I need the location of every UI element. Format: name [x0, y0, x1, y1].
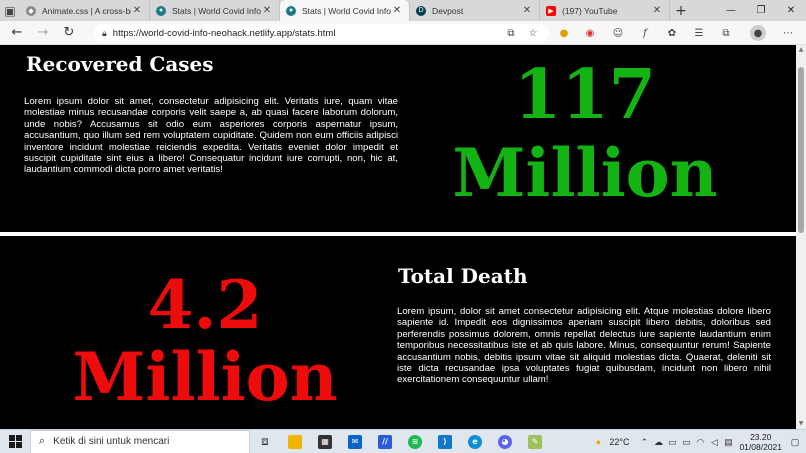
devpost-icon: D	[416, 5, 426, 16]
store-icon[interactable]: ▦	[310, 430, 340, 453]
section-divider	[0, 232, 796, 236]
time-text: 23.20	[750, 432, 772, 442]
system-tray: ● 22°C ⌃ ☁ ▭ ▭ ◠ ◁ ▤ 23.20 01/08/2021 ▢	[591, 430, 806, 453]
death-unit: Million	[72, 338, 338, 416]
tab-3[interactable]: D Devpost ✕	[410, 0, 540, 21]
spotify-icon[interactable]: ≋	[400, 430, 430, 453]
tab-label: Animate.css | A cross-bro	[42, 5, 131, 16]
browser-tab-strip: ▣ ◆ Animate.css | A cross-bro ✕ ● Stats …	[0, 0, 806, 21]
close-icon[interactable]: ✕	[521, 5, 533, 16]
paint-icon[interactable]: ✎	[520, 430, 550, 453]
weather-icon[interactable]: ●	[591, 437, 605, 447]
death-heading: Total Death	[398, 264, 528, 288]
tab-4[interactable]: ▶ (197) YouTube ✕	[540, 0, 670, 21]
recovered-heading: Recovered Cases	[26, 52, 214, 76]
edge-icon[interactable]: e	[460, 430, 490, 453]
emoji-icon[interactable]: ☺	[610, 25, 626, 41]
battery-icon[interactable]: ▭	[679, 437, 693, 448]
minimize-button[interactable]: —	[716, 0, 746, 21]
language-icon[interactable]: ▤	[721, 437, 735, 448]
death-text: Lorem ipsum, dolor sit amet consectetur …	[397, 306, 771, 386]
web-page: Recovered Cases Lorem ipsum dolor sit am…	[0, 45, 796, 429]
file-explorer-icon[interactable]	[280, 430, 310, 453]
wifi-icon[interactable]: ◠	[693, 437, 707, 448]
tab-1[interactable]: ● Stats | World Covid Info ✕	[150, 0, 280, 21]
function-icon[interactable]: f	[637, 25, 653, 41]
notification-icon[interactable]: ▢	[788, 437, 802, 448]
address-bar[interactable]: 🔒︎ https://world-covid-info-neohack.netl…	[94, 24, 549, 42]
page-scrollbar[interactable]: ▲ ▼	[796, 45, 806, 429]
forward-button[interactable]: →	[30, 21, 56, 45]
death-number: 4.2	[147, 266, 263, 344]
site-icon: ●	[286, 5, 296, 16]
monitor-icon[interactable]: ▭	[665, 437, 679, 448]
vscode-icon[interactable]: ⟩	[430, 430, 460, 453]
tab-2[interactable]: ● Stats | World Covid Info ✕	[280, 0, 410, 21]
close-window-button[interactable]: ✕	[776, 0, 806, 21]
tab-label: Stats | World Covid Info	[302, 5, 391, 16]
search-icon: ⌕	[39, 435, 46, 447]
mail-icon[interactable]: ✉	[340, 430, 370, 453]
close-icon[interactable]: ✕	[651, 5, 663, 16]
site-icon: ●	[156, 5, 166, 16]
close-icon[interactable]: ✕	[131, 5, 143, 16]
windows-logo-icon	[8, 435, 22, 448]
task-view-icon[interactable]: ⧈	[250, 430, 280, 453]
windows-start-button[interactable]	[0, 430, 30, 453]
search-placeholder: Ketik di sini untuk mencari	[53, 436, 170, 447]
reader-icon[interactable]: ⧉	[503, 25, 519, 41]
weather-text[interactable]: 22°C	[609, 437, 629, 447]
tab-label: Devpost	[432, 5, 464, 16]
new-tab-button[interactable]: +	[670, 0, 692, 21]
maximize-button[interactable]: ❐	[746, 0, 776, 21]
more-menu-icon[interactable]: ⋯	[780, 25, 796, 41]
clock[interactable]: 23.20 01/08/2021	[739, 432, 782, 452]
scroll-up-icon[interactable]: ▲	[796, 45, 806, 55]
recovered-unit: Million	[452, 134, 718, 212]
url-text: https://world-covid-info-neohack.netlify…	[112, 27, 336, 39]
puzzle-icon[interactable]: ✿	[664, 25, 680, 41]
refresh-button[interactable]: ↻	[56, 21, 82, 45]
volume-icon[interactable]: ◁	[707, 437, 721, 448]
close-icon[interactable]: ✕	[391, 5, 403, 16]
tab-0[interactable]: ◆ Animate.css | A cross-bro ✕	[20, 0, 150, 21]
chevron-up-icon[interactable]: ⌃	[637, 437, 651, 448]
date-text: 01/08/2021	[739, 442, 782, 452]
tab-label: (197) YouTube	[562, 5, 618, 16]
screen: ▣ ◆ Animate.css | A cross-bro ✕ ● Stats …	[0, 0, 806, 453]
animate-icon: ◆	[26, 5, 36, 16]
close-icon[interactable]: ✕	[261, 5, 273, 16]
favorites-icon[interactable]: ☰	[691, 25, 707, 41]
collections-icon[interactable]: ⧉	[718, 25, 734, 41]
windows-taskbar: ⌕ Ketik di sini untuk mencari ⧈ ▦ ✉ // ≋…	[0, 429, 806, 453]
lock-icon: 🔒︎	[102, 27, 107, 38]
tab-label: Stats | World Covid Info	[172, 5, 261, 16]
favorite-star-icon[interactable]: ☆	[525, 25, 541, 41]
scrollbar-thumb[interactable]	[798, 67, 804, 233]
recovered-text: Lorem ipsum dolor sit amet, consectetur …	[24, 96, 398, 176]
extension-icon[interactable]: ●	[556, 25, 572, 41]
workspaces-icon[interactable]: ▣	[0, 1, 20, 21]
youtube-icon: ▶	[546, 5, 556, 16]
recovered-number: 117	[514, 55, 656, 135]
avatar[interactable]: ●	[750, 25, 766, 41]
color-picker-icon[interactable]: ◉	[582, 25, 598, 41]
back-button[interactable]: ←	[4, 21, 30, 45]
cloud-icon[interactable]: ☁	[651, 437, 665, 448]
browser-toolbar: ← → ↻ 🔒︎ https://world-covid-info-neohac…	[0, 21, 806, 45]
todo-icon[interactable]: //	[370, 430, 400, 453]
scroll-down-icon[interactable]: ▼	[796, 419, 806, 429]
discord-icon[interactable]: ◕	[490, 430, 520, 453]
taskbar-search-box[interactable]: ⌕ Ketik di sini untuk mencari	[30, 429, 250, 453]
